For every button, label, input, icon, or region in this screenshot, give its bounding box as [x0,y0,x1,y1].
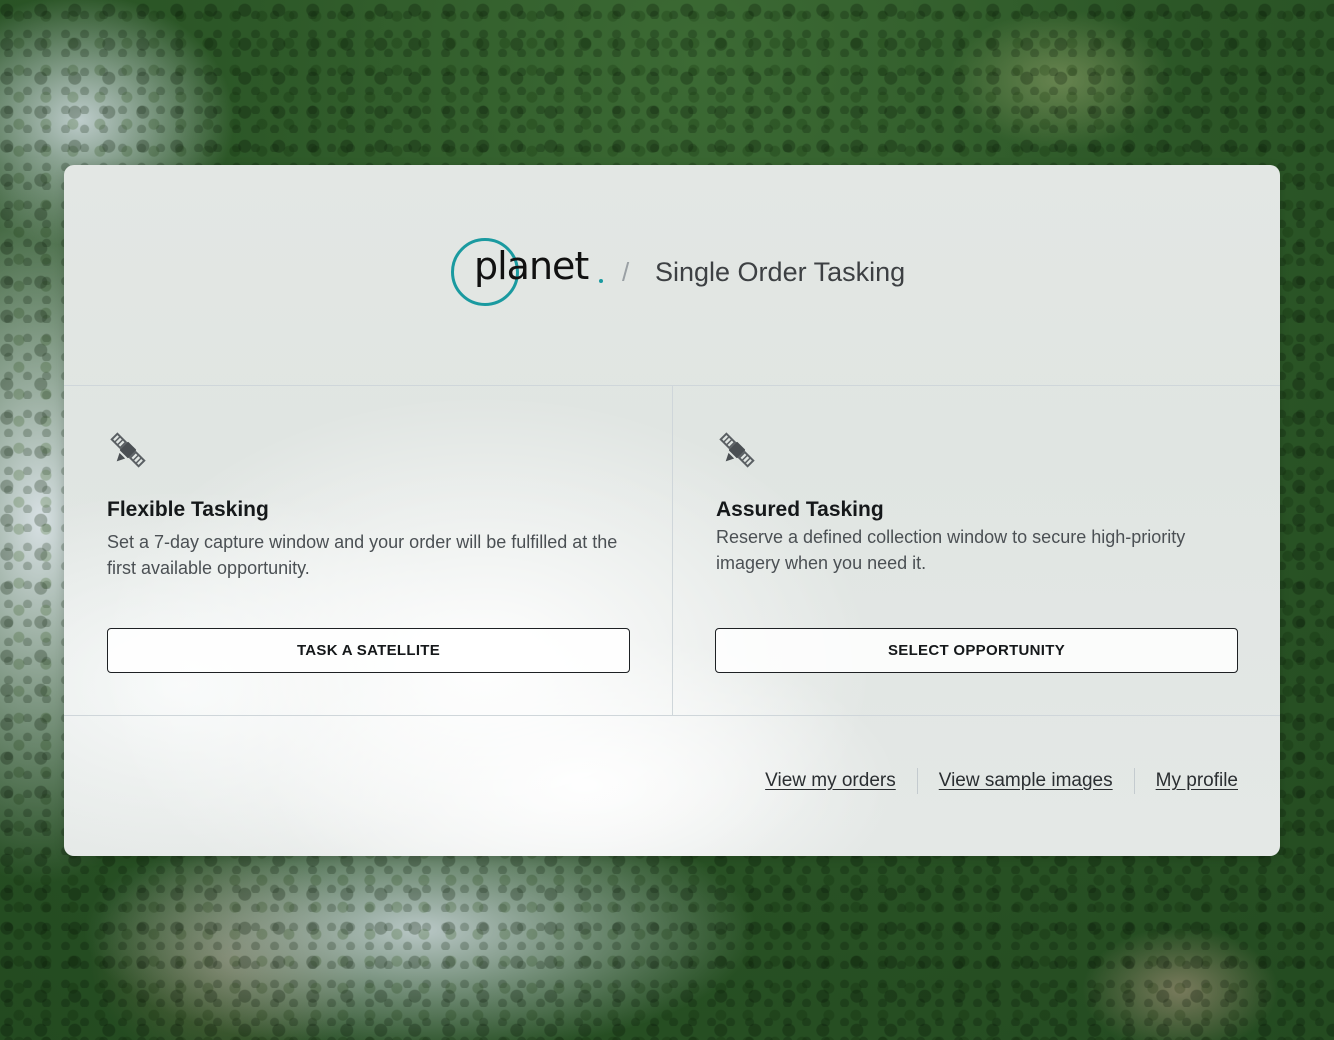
option-title: Assured Tasking [716,498,884,521]
link-divider [1133,768,1135,794]
assured-tasking-card: Assured Tasking Reserve a defined collec… [673,386,1280,715]
logo-wordmark: planet [474,244,589,288]
task-a-satellite-button[interactable]: TASK A SATELLITE [107,628,630,673]
footer-links: View my orders View sample images My pro… [765,768,1238,794]
panel-footer: View my orders View sample images My pro… [64,715,1280,856]
option-title: Flexible Tasking [107,498,269,521]
link-divider [916,768,918,794]
logo-dot [599,279,603,283]
page-title: Single Order Tasking [655,257,906,287]
view-sample-images-link[interactable]: View sample images [939,770,1113,792]
panel-header: planet / Single Order Tasking [64,165,1280,386]
select-opportunity-button[interactable]: SELECT OPPORTUNITY [715,628,1238,673]
planet-logo: planet [449,235,609,315]
flexible-tasking-card: Flexible Tasking Set a 7-day capture win… [64,386,673,715]
title-separator: / [622,257,630,287]
my-profile-link[interactable]: My profile [1156,770,1238,792]
view-my-orders-link[interactable]: View my orders [765,770,896,792]
satellite-icon [110,432,146,468]
option-description: Set a 7-day capture window and your orde… [107,532,618,578]
tasking-panel: planet / Single Order Tasking Flexible T… [64,165,1280,856]
option-description: Reserve a defined collection window to s… [716,527,1186,573]
satellite-icon [719,432,755,468]
